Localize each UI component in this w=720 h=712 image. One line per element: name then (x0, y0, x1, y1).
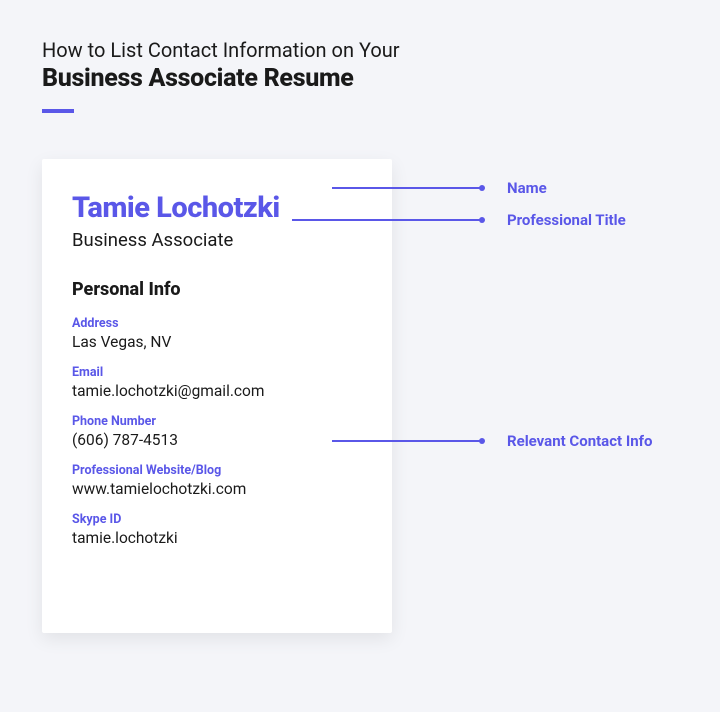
annotation-title-label: Professional Title (507, 211, 626, 229)
candidate-title: Business Associate (72, 229, 362, 251)
annotation-dot (479, 438, 485, 444)
skype-value: tamie.lochotzki (72, 529, 362, 547)
field-email: Email tamie.lochotzki@gmail.com (72, 365, 362, 400)
skype-label: Skype ID (72, 512, 362, 527)
address-label: Address (72, 316, 362, 331)
field-phone: Phone Number (606) 787-4513 (72, 414, 362, 449)
website-value: www.tamielochotzki.com (72, 480, 362, 498)
annotation-dot (479, 217, 485, 223)
header-underline (42, 109, 74, 113)
header-subtitle: How to List Contact Information on Your (42, 38, 678, 62)
header-title: Business Associate Resume (42, 64, 678, 93)
annotation-line (292, 219, 480, 221)
annotation-name: Name (332, 179, 547, 197)
field-address: Address Las Vegas, NV (72, 316, 362, 351)
annotation-title: Professional Title (292, 211, 626, 229)
annotation-name-label: Name (507, 179, 547, 197)
phone-label: Phone Number (72, 414, 362, 429)
field-website: Professional Website/Blog www.tamielocho… (72, 463, 362, 498)
header: How to List Contact Information on Your … (42, 38, 678, 113)
email-label: Email (72, 365, 362, 380)
annotation-line (332, 440, 480, 442)
website-label: Professional Website/Blog (72, 463, 362, 478)
annotation-contact-label: Relevant Contact Info (507, 432, 652, 450)
annotation-dot (479, 185, 485, 191)
address-value: Las Vegas, NV (72, 333, 362, 351)
annotation-line (332, 187, 480, 189)
field-skype: Skype ID tamie.lochotzki (72, 512, 362, 547)
content-area: Tamie Lochotzki Business Associate Perso… (42, 159, 678, 633)
personal-info-heading: Personal Info (72, 279, 362, 300)
annotation-contact: Relevant Contact Info (332, 432, 652, 450)
resume-card: Tamie Lochotzki Business Associate Perso… (42, 159, 392, 633)
phone-value: (606) 787-4513 (72, 431, 362, 449)
email-value: tamie.lochotzki@gmail.com (72, 382, 362, 400)
